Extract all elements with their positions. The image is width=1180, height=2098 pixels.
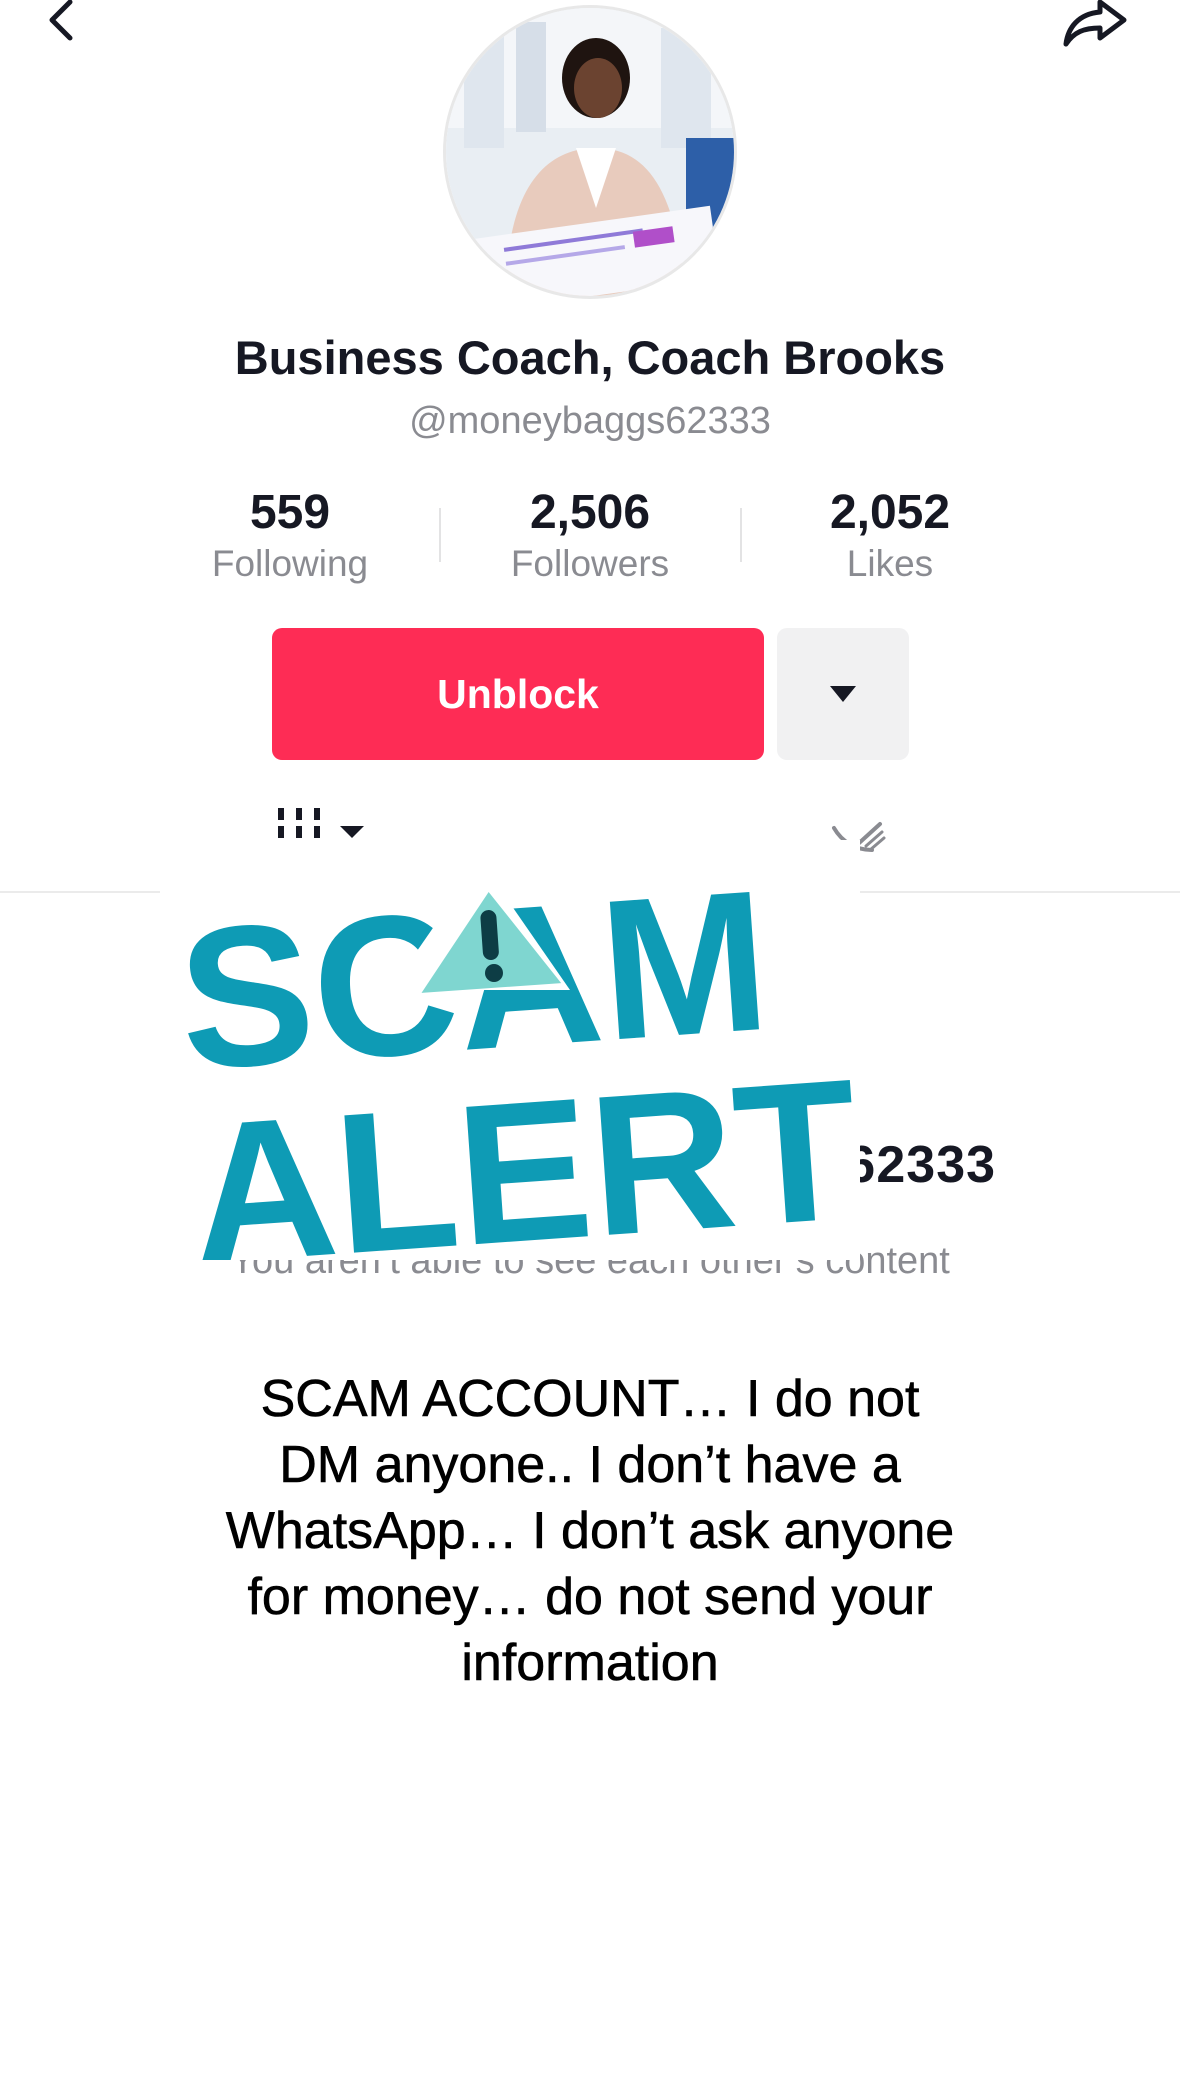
stat-following[interactable]: 559 Following	[160, 486, 420, 586]
profile-name: Business Coach, Coach Brooks	[234, 331, 946, 384]
stat-value: 2,052	[829, 486, 951, 539]
scam-alert-sticker: SCAM ALERT	[160, 840, 865, 1307]
stat-likes[interactable]: 2,052 Likes	[760, 486, 1020, 586]
stat-divider	[439, 508, 441, 562]
stat-label: Following	[211, 543, 369, 584]
unblock-button[interactable]: Unblock	[272, 628, 764, 760]
stat-value: 2,506	[529, 486, 651, 539]
share-button[interactable]	[1060, 0, 1130, 50]
stat-followers[interactable]: 2,506 Followers	[460, 486, 720, 586]
profile-handle: @moneybaggs62333	[409, 400, 771, 442]
scam-notice: SCAM ACCOUNT… I do not DM anyone.. I don…	[225, 1370, 955, 1693]
share-icon	[1063, 0, 1127, 47]
stat-value: 559	[249, 486, 331, 539]
stat-label: Followers	[510, 543, 670, 584]
avatar[interactable]	[446, 8, 734, 296]
more-options-button[interactable]	[777, 628, 909, 760]
back-button[interactable]	[44, 0, 88, 44]
stat-divider	[740, 508, 742, 562]
stat-label: Likes	[846, 543, 934, 584]
caret-down-icon	[830, 686, 856, 702]
chevron-left-icon	[49, 0, 73, 41]
